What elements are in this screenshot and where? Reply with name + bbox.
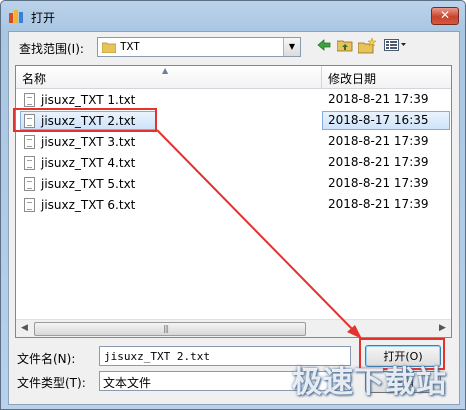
scrollbar-thumb[interactable]: |||: [34, 322, 306, 336]
file-name-cell: jisuxz_TXT 1.txt: [20, 90, 156, 109]
file-date: 2018-8-21 17:39: [328, 155, 429, 169]
grip-icon: |||: [163, 324, 169, 333]
list-header: 名称 ▲ 修改日期: [16, 66, 451, 89]
lookin-value: TXT: [120, 40, 140, 53]
list-item[interactable]: jisuxz_TXT 3.txt 2018-8-21 17:39: [16, 132, 451, 153]
back-arrow-icon[interactable]: [315, 38, 333, 56]
new-folder-icon[interactable]: [357, 37, 377, 56]
file-name: jisuxz_TXT 1.txt: [41, 93, 136, 107]
file-name-cell: jisuxz_TXT 4.txt: [20, 153, 156, 172]
text-file-icon: [24, 93, 35, 107]
list-item[interactable]: jisuxz_TXT 5.txt 2018-8-21 17:39: [16, 174, 451, 195]
sort-ascending-icon: ▲: [162, 66, 169, 75]
file-name: jisuxz_TXT 3.txt: [41, 135, 136, 149]
file-name: jisuxz_TXT 2.txt: [41, 114, 136, 128]
text-file-icon: [24, 156, 35, 170]
folder-icon: [102, 42, 116, 53]
file-name-cell: jisuxz_TXT 3.txt: [20, 132, 156, 151]
file-name: jisuxz_TXT 6.txt: [41, 198, 136, 212]
file-date: 2018-8-21 17:39: [328, 92, 429, 106]
column-header-date[interactable]: 修改日期: [328, 70, 376, 87]
text-file-icon: [24, 198, 35, 212]
lookin-label: 查找范围(I):: [19, 42, 84, 56]
title-bar[interactable]: 打开 ✕: [1, 1, 465, 31]
file-name-cell: jisuxz_TXT 5.txt: [20, 174, 156, 193]
up-folder-icon[interactable]: [336, 38, 354, 56]
lookin-combo[interactable]: TXT ▼: [97, 37, 301, 57]
horizontal-scrollbar[interactable]: ◀ ||| ▶: [16, 319, 451, 337]
file-date: 2018-8-17 16:35: [328, 113, 429, 127]
file-date: 2018-8-21 17:39: [328, 134, 429, 148]
list-item[interactable]: jisuxz_TXT 4.txt 2018-8-21 17:39: [16, 153, 451, 174]
text-file-icon: [24, 177, 35, 191]
filetype-value: 文本文件: [103, 376, 152, 390]
chevron-down-icon[interactable]: ▼: [283, 38, 300, 56]
file-date: 2018-8-21 17:39: [328, 176, 429, 190]
list-item[interactable]: jisuxz_TXT 6.txt 2018-8-21 17:39: [16, 195, 451, 216]
list-item-selected[interactable]: jisuxz_TXT 2.txt 2018-8-17 16:35: [16, 111, 451, 132]
file-name-cell: jisuxz_TXT 2.txt: [20, 111, 156, 130]
file-name: jisuxz_TXT 5.txt: [41, 177, 136, 191]
filename-label: 文件名(N):: [17, 352, 76, 366]
window-title: 打开: [31, 11, 56, 25]
watermark-text: 极速下载站: [292, 365, 447, 400]
file-date: 2018-8-21 17:39: [328, 197, 429, 211]
dialog-client: 查找范围(I): TXT ▼ 名称 ▲ 修改日期 jisuxz_TXT 1.tx…: [8, 31, 460, 405]
app-icon: [9, 10, 23, 23]
file-list[interactable]: 名称 ▲ 修改日期 jisuxz_TXT 1.txt 2018-8-21 17:…: [15, 65, 452, 338]
column-header-name[interactable]: 名称: [22, 70, 46, 87]
view-menu-icon[interactable]: [383, 38, 409, 56]
scroll-left-icon[interactable]: ◀: [16, 320, 33, 337]
close-button[interactable]: ✕: [431, 7, 459, 25]
text-file-icon: [24, 135, 35, 149]
list-item[interactable]: jisuxz_TXT 1.txt 2018-8-21 17:39: [16, 90, 451, 111]
text-file-icon: [24, 114, 35, 128]
file-name: jisuxz_TXT 4.txt: [41, 156, 136, 170]
column-divider[interactable]: [321, 66, 322, 88]
filetype-label: 文件类型(T):: [17, 376, 86, 390]
file-name-cell: jisuxz_TXT 6.txt: [20, 195, 156, 214]
scroll-right-icon[interactable]: ▶: [434, 320, 451, 337]
open-file-dialog: 打开 ✕ 查找范围(I): TXT ▼ 名称 ▲ 修改日期 jisuxz_TXT…: [0, 0, 466, 410]
